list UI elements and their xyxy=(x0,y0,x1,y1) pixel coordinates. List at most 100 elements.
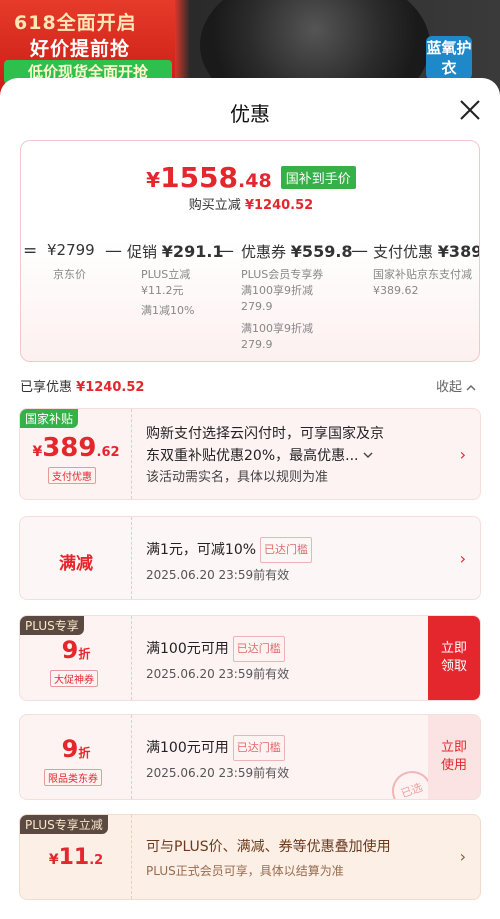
promo-breakdown: 促销 ¥291.1 xyxy=(127,241,224,262)
coupon-label: 优惠券 xyxy=(241,243,287,261)
final-price-row: ¥1558.48 国补到手价 xyxy=(21,161,479,194)
plus-cut-currency: ¥ xyxy=(48,852,59,868)
fullcut-valid: 2025.06.20 23:59前有效 xyxy=(146,568,290,582)
promo-line2: 好价提前抢 xyxy=(30,38,131,60)
coupon-breakdown: 优惠券 ¥559.8 xyxy=(241,241,353,262)
close-icon xyxy=(460,100,480,120)
subsidy-card[interactable]: 国家补贴 ¥389.62 支付优惠 购新支付选择云闪付时，可享国家及京 东双重补… xyxy=(19,408,481,500)
plus-cut-card[interactable]: PLUS专享立减 ¥11.2 可与PLUS价、满减、券等优惠叠加使用 PLUS正… xyxy=(19,814,481,900)
plus-coupon-tag: PLUS专享 xyxy=(20,616,84,635)
pay-sub2: ¥389.62 xyxy=(373,284,419,297)
equals-sign: = xyxy=(23,241,38,261)
gov-subsidy-price-tag: 国补到手价 xyxy=(280,166,356,189)
pay-label: 支付优惠 xyxy=(373,243,434,261)
coupon-sub4: 满100享9折减 xyxy=(241,322,313,335)
category-coupon-valid: 2025.06.20 23:59前有效 xyxy=(146,766,290,780)
promo-sub1: PLUS立减 xyxy=(141,268,191,281)
subsidy-tag: 国家补贴 xyxy=(20,409,79,428)
category-coupon-discount: 9折 xyxy=(20,735,132,763)
plus-coupon-left: PLUS专享 9折 大促神券 xyxy=(20,616,132,700)
claim-coupon-button[interactable]: 立即领取 xyxy=(428,616,480,700)
enjoyed-discount-row: 已享优惠 ¥1240.52 xyxy=(20,376,144,395)
category-coupon-num: 9 xyxy=(61,735,79,763)
subsidy-amount: ¥389.62 xyxy=(20,433,132,463)
jd-price: ¥2799 xyxy=(47,241,95,259)
plus-coupon-box-label: 大促神券 xyxy=(50,670,98,687)
subsidy-int: 389 xyxy=(42,433,97,463)
category-coupon-card: 9折 限品类东券 满100元可用 已达门槛 2025.06.20 23:59前有效… xyxy=(19,714,481,800)
plus-cut-left: PLUS专享立减 ¥11.2 xyxy=(20,815,132,899)
pay-amount: ¥389.6 xyxy=(437,242,479,261)
final-price-int: 1558 xyxy=(160,161,239,194)
jd-price-label: 京东价 xyxy=(53,268,86,281)
collapse-label: 收起 xyxy=(436,380,463,395)
category-coupon-box-label: 限品类东券 xyxy=(44,769,102,786)
enjoyed-label: 已享优惠 xyxy=(20,380,73,395)
fullcut-met-badge: 已达门槛 xyxy=(260,537,313,563)
plus-cut-int: 11 xyxy=(58,845,90,870)
promo-line1: 618全面开启 xyxy=(14,12,137,34)
plus-cut-tag: PLUS专享立减 xyxy=(20,815,108,834)
plus-cut-desc: 可与PLUS价、满减、券等优惠叠加使用 PLUS正式会员可享，具体以结算为准 xyxy=(146,835,391,883)
minus-sign: — xyxy=(105,241,122,261)
coupon-sub3: 279.9 xyxy=(241,300,273,313)
pay-sub1: 国家补贴京东支付减 xyxy=(373,268,472,281)
subsidy-desc: 购新支付选择云闪付时，可享国家及京 东双重补贴优惠20%，最高优惠... 该活动… xyxy=(146,423,384,489)
plus-cut-line1: 可与PLUS价、满减、券等优惠叠加使用 xyxy=(146,839,391,855)
chevron-right-icon: › xyxy=(459,445,466,464)
subsidy-dec: .62 xyxy=(96,445,120,460)
subsidy-line2-row: 东双重补贴优惠20%，最高优惠... xyxy=(146,445,384,467)
price-breakdown: = ¥2799 京东价 — 促销 ¥291.1 PLUS立减 ¥11.2元 满1… xyxy=(21,241,479,361)
minus-sign: — xyxy=(351,241,368,261)
fullcut-card[interactable]: 满减 满1元，可减10% 已达门槛 2025.06.20 23:59前有效 › xyxy=(19,516,481,600)
plus-coupon-line1-row: 满100元可用 已达门槛 xyxy=(146,636,289,662)
use-coupon-label: 立即使用 xyxy=(440,740,467,773)
plus-coupon-discount: 9折 xyxy=(20,636,132,664)
plus-coupon-unit: 折 xyxy=(78,647,91,661)
category-coupon-line1-row: 满100元可用 已达门槛 xyxy=(146,735,289,761)
price-summary-card: ¥1558.48 国补到手价 购买立减 ¥1240.52 = ¥2799 京东价… xyxy=(20,140,480,362)
purchase-reduce-row: 购买立减 ¥1240.52 xyxy=(21,194,479,213)
promo-amount: ¥291.1 xyxy=(161,242,224,261)
plus-coupon-desc: 满100元可用 已达门槛 2025.06.20 23:59前有效 xyxy=(146,636,289,686)
plus-coupon-card: PLUS专享 9折 大促神券 满100元可用 已达门槛 2025.06.20 23… xyxy=(19,615,481,701)
use-coupon-button[interactable]: 立即使用 xyxy=(428,715,480,799)
plus-coupon-num: 9 xyxy=(61,636,79,664)
chevron-down-icon[interactable] xyxy=(363,450,373,460)
reduce-amount: ¥1240.52 xyxy=(244,198,314,213)
final-price-currency: ¥ xyxy=(146,168,161,192)
plus-coupon-valid: 2025.06.20 23:59前有效 xyxy=(146,667,290,681)
coupon-sub2: 满100享9折减 xyxy=(241,284,313,297)
product-badge: 蓝氧护衣 xyxy=(426,36,472,80)
category-coupon-unit: 折 xyxy=(78,746,91,760)
coupon-amount: ¥559.8 xyxy=(290,242,353,261)
promo-sub3: 满1减10% xyxy=(141,304,195,317)
plus-cut-amount: ¥11.2 xyxy=(20,845,132,870)
promo-label: 促销 xyxy=(127,243,158,261)
chevron-up-icon xyxy=(466,384,476,390)
fullcut-line1: 满1元，可减10% xyxy=(146,542,257,558)
category-coupon-line1: 满100元可用 xyxy=(146,740,229,756)
category-coupon-desc: 满100元可用 已达门槛 2025.06.20 23:59前有效 xyxy=(146,735,289,785)
plus-cut-dec: .2 xyxy=(89,853,104,868)
coupon-sub1: PLUS会员专享券 xyxy=(241,268,324,281)
plus-cut-line2: PLUS正式会员可享，具体以结算为准 xyxy=(146,864,344,878)
fullcut-label: 满减 xyxy=(59,554,93,574)
promo-sub2: ¥11.2元 xyxy=(141,284,184,297)
chevron-right-icon: › xyxy=(459,847,466,866)
subsidy-card-left: 国家补贴 ¥389.62 支付优惠 xyxy=(20,409,132,499)
pay-breakdown: 支付优惠 ¥389.6 xyxy=(373,241,479,262)
minus-sign: — xyxy=(217,241,234,261)
enjoyed-amount: ¥1240.52 xyxy=(76,380,145,395)
fullcut-desc: 满1元，可减10% 已达门槛 2025.06.20 23:59前有效 xyxy=(146,537,313,587)
plus-coupon-line1: 满100元可用 xyxy=(146,641,229,657)
coupon-sub5: 279.9 xyxy=(241,338,273,351)
subsidy-box-label: 支付优惠 xyxy=(48,467,96,484)
close-button[interactable] xyxy=(456,96,484,124)
collapse-button[interactable]: 收起 xyxy=(436,376,476,395)
claim-coupon-label: 立即领取 xyxy=(440,641,467,674)
fullcut-card-left: 满减 xyxy=(20,517,132,599)
fullcut-line1-row: 满1元，可减10% 已达门槛 xyxy=(146,537,313,563)
subsidy-line3: 该活动需实名，具体以规则为准 xyxy=(146,470,329,485)
final-price-dec: .48 xyxy=(238,170,272,192)
